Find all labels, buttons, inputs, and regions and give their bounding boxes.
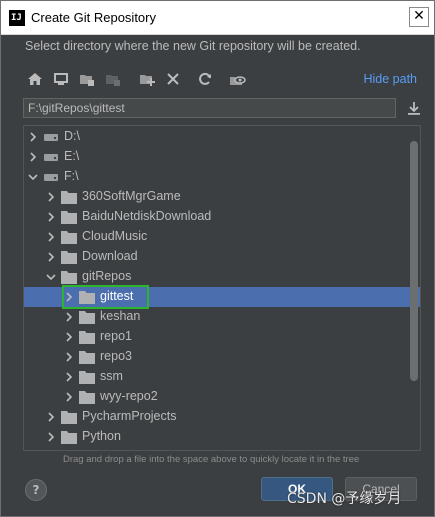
chevron-right-icon[interactable] <box>64 312 74 322</box>
folder-icon <box>61 210 77 224</box>
tree-row[interactable]: 360SoftMgrGame <box>24 187 420 207</box>
module-folder-icon <box>103 69 123 89</box>
dialog-title: Create Git Repository <box>31 10 156 25</box>
chevron-right-icon[interactable] <box>46 412 56 422</box>
chevron-right-icon[interactable] <box>64 352 74 362</box>
tree-row-label: D:\ <box>64 129 80 143</box>
folder-icon <box>61 410 77 424</box>
folder-icon <box>79 310 95 324</box>
chevron-right-icon[interactable] <box>46 252 56 262</box>
tree-row-label: repo3 <box>100 349 132 363</box>
tree-row[interactable]: PycharmProjects <box>24 407 420 427</box>
folder-icon <box>61 230 77 244</box>
new-folder-icon[interactable] <box>137 69 157 89</box>
delete-icon[interactable] <box>163 69 183 89</box>
folder-icon <box>61 270 77 284</box>
tree-row-label: wyy-repo2 <box>100 389 158 403</box>
tree-row[interactable]: BaiduNetdiskDownload <box>24 207 420 227</box>
tree-row[interactable]: E:\ <box>24 147 420 167</box>
tree-row-label: F:\ <box>64 169 79 183</box>
tree-row[interactable]: repo1 <box>24 327 420 347</box>
path-input[interactable]: F:\gitRepos\gittest <box>23 98 396 118</box>
show-hidden-icon[interactable] <box>227 69 247 89</box>
tree-row[interactable]: ssm <box>24 367 420 387</box>
download-icon[interactable] <box>405 99 423 117</box>
chevron-right-icon[interactable] <box>46 212 56 222</box>
folder-icon <box>79 370 95 384</box>
folder-icon <box>79 390 95 404</box>
dialog-description: Select directory where the new Git repos… <box>25 39 361 53</box>
chevron-down-icon[interactable] <box>28 172 38 182</box>
tree-row-label: BaiduNetdiskDownload <box>82 209 212 223</box>
chevron-right-icon[interactable] <box>64 392 74 402</box>
tree-row-label: 360SoftMgrGame <box>82 189 181 203</box>
drive-icon <box>43 170 59 184</box>
hide-path-link[interactable]: Hide path <box>363 72 417 86</box>
help-button[interactable]: ? <box>25 479 47 501</box>
refresh-icon[interactable] <box>195 69 215 89</box>
drag-drop-hint: Drag and drop a file into the space abov… <box>63 454 360 465</box>
tree-row[interactable]: keshan <box>24 307 420 327</box>
tree-row[interactable]: D:\ <box>24 127 420 147</box>
chevron-down-icon[interactable] <box>46 272 56 282</box>
tree-row[interactable]: repo3 <box>24 347 420 367</box>
tree-row[interactable]: CloudMusic <box>24 227 420 247</box>
tree-row-label: repo1 <box>100 329 132 343</box>
folder-icon <box>61 250 77 264</box>
folder-icon <box>61 430 77 444</box>
project-folder-icon[interactable] <box>77 69 97 89</box>
chevron-right-icon[interactable] <box>64 372 74 382</box>
chevron-right-icon[interactable] <box>28 132 38 142</box>
folder-icon <box>79 350 95 364</box>
selection-highlight-box <box>62 285 149 309</box>
tree-row[interactable]: wyy-repo2 <box>24 387 420 407</box>
tree-row-label: E:\ <box>64 149 80 163</box>
close-button[interactable]: ✕ <box>409 7 429 27</box>
tree-row[interactable]: Download <box>24 247 420 267</box>
title-bar[interactable]: IJ Create Git Repository ✕ <box>1 1 434 35</box>
tree-row[interactable]: Python <box>24 427 420 447</box>
tree-row-label: Download <box>82 249 138 263</box>
chevron-right-icon[interactable] <box>46 432 56 442</box>
chevron-right-icon[interactable] <box>64 332 74 342</box>
folder-icon <box>61 190 77 204</box>
tree-scrollbar[interactable] <box>410 141 418 381</box>
tree-row-label: ssm <box>100 369 123 383</box>
home-icon[interactable] <box>25 69 45 89</box>
tree-row-label: keshan <box>100 309 141 323</box>
drive-icon <box>43 130 59 144</box>
chevron-right-icon[interactable] <box>28 152 38 162</box>
tree-row[interactable]: gitRepos <box>24 267 420 287</box>
tree-row-label: CloudMusic <box>82 229 148 243</box>
desktop-icon[interactable] <box>51 69 71 89</box>
file-chooser-toolbar: Hide path <box>21 67 421 91</box>
tree-row-label: Python <box>82 429 121 443</box>
chevron-right-icon[interactable] <box>46 192 56 202</box>
tree-row-label: PycharmProjects <box>82 409 177 423</box>
tree-row-label: gitRepos <box>82 269 132 283</box>
drive-icon <box>43 150 59 164</box>
folder-icon <box>79 330 95 344</box>
chevron-right-icon[interactable] <box>46 232 56 242</box>
tree-row[interactable]: F:\ <box>24 167 420 187</box>
csdn-watermark: CSDN @予缘岁月 <box>287 491 402 507</box>
create-git-repository-dialog: IJ Create Git Repository ✕ Select direct… <box>0 0 435 517</box>
intellij-app-icon: IJ <box>9 10 25 26</box>
